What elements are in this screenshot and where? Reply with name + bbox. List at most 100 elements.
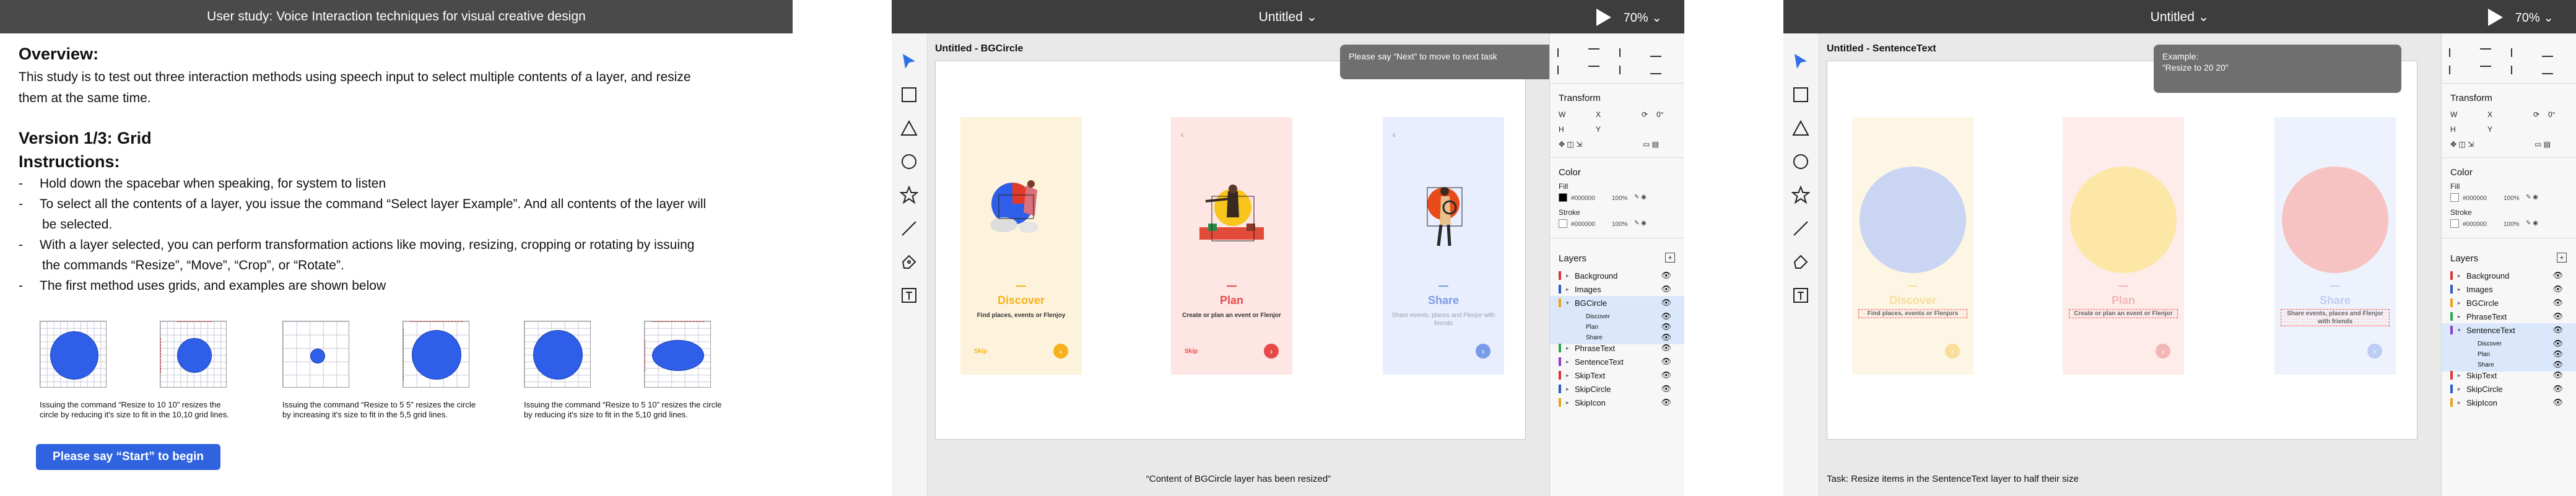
add-layer-button[interactable]: +	[1665, 253, 1675, 263]
layer-item[interactable]: ▸ SkipText 👁	[2442, 368, 2576, 382]
stroke-swatch[interactable]	[2450, 219, 2459, 228]
visibility-eye-icon[interactable]: 👁	[1661, 357, 1671, 367]
distribute-icon[interactable]	[2542, 48, 2553, 57]
stroke-hex[interactable]: #000000	[1571, 221, 1595, 228]
align-bottom-icon[interactable]	[2511, 48, 2522, 57]
line-tool-icon[interactable]	[899, 218, 920, 239]
visibility-eye-icon[interactable]: 👁	[2552, 271, 2563, 281]
onboarding-card-share[interactable]: Share Share events, places and Flenjor w…	[2274, 117, 2396, 375]
align-top-icon[interactable]	[2449, 48, 2460, 57]
fill-hex[interactable]: #000000	[1571, 195, 1595, 202]
zoom-dropdown[interactable]: 70% ⌄	[1624, 10, 1662, 25]
expand-caret-icon[interactable]: ▸	[2458, 372, 2461, 379]
back-arrow-icon[interactable]: ‹	[1181, 129, 1184, 139]
layer-item[interactable]: ▸ SkipCircle 👁	[1550, 382, 1684, 396]
rotate-icon[interactable]: ⟳	[2533, 110, 2539, 119]
text-tool-icon[interactable]	[899, 285, 920, 306]
onboarding-card-discover[interactable]: Discover Find places, events or Flenjoy …	[960, 117, 1082, 375]
layer-item[interactable]: ▸ BGCircle 👁	[2442, 296, 2576, 310]
expand-caret-icon[interactable]: ▸	[1566, 272, 1569, 279]
visibility-eye-icon[interactable]: 👁	[2552, 311, 2563, 321]
layer-item[interactable]: ▸ SentenceText 👁	[1550, 355, 1684, 368]
visibility-eye-icon[interactable]: 👁	[1661, 398, 1671, 407]
visibility-eye-icon[interactable]: 👁	[1661, 298, 1671, 308]
align-left-icon[interactable]	[1557, 66, 1569, 74]
distribute-icon[interactable]	[1650, 48, 1661, 57]
constraint-icon[interactable]: ▭ ▤	[2535, 140, 2551, 149]
star-tool-icon[interactable]	[899, 185, 920, 206]
align-vcenter-icon[interactable]	[1588, 48, 1599, 57]
layer-item[interactable]: ▾ SentenceText 👁	[2442, 323, 2576, 337]
expand-caret-icon[interactable]: ▸	[2458, 272, 2461, 279]
layer-item[interactable]: ▸ Images 👁	[1550, 282, 1684, 296]
onboarding-card-discover[interactable]: Discover Find places, events or Flenjors…	[1852, 117, 1973, 375]
artboard[interactable]: Discover Find places, events or Flenjoy …	[935, 61, 1526, 440]
triangle-tool-icon[interactable]	[899, 118, 920, 139]
align-bottom-icon[interactable]	[1619, 48, 1630, 57]
layer-item[interactable]: ▾ BGCircle 👁	[1550, 296, 1684, 310]
next-arrow-icon[interactable]: ›	[1945, 344, 1960, 359]
text-tool-icon[interactable]	[1790, 285, 1811, 306]
eyedropper-icon[interactable]: ✎ ◉	[1634, 194, 1647, 201]
rotation-value[interactable]: 0°	[1656, 110, 1663, 119]
skip-link[interactable]: Skip	[974, 348, 987, 355]
stroke-swatch[interactable]	[1559, 219, 1567, 228]
sentence-text-selected[interactable]: Share events, places and Flenjor with fr…	[2281, 309, 2390, 326]
visibility-eye-icon[interactable]: 👁	[1661, 284, 1671, 294]
visibility-eye-icon[interactable]: 👁	[1661, 384, 1671, 394]
skip-link[interactable]: Skip	[1185, 348, 1198, 355]
layer-item[interactable]: ▸ Images 👁	[2442, 282, 2576, 296]
document-title[interactable]: Untitled ⌄	[892, 9, 1684, 25]
onboarding-card-plan[interactable]: ‹ Plan Create or plan an event or Flenjo…	[1171, 117, 1292, 375]
select-tool-icon[interactable]	[899, 51, 920, 72]
next-arrow-icon[interactable]: ›	[1053, 344, 1068, 359]
start-button[interactable]: Please say “Start” to begin	[36, 444, 220, 470]
layer-item[interactable]: ▸ SkipIcon 👁	[2442, 396, 2576, 409]
expand-caret-icon[interactable]: ▸	[1566, 286, 1569, 293]
rotate-icon[interactable]: ⟳	[1642, 110, 1648, 119]
onboarding-card-plan[interactable]: Plan Create or plan an event or Flenjor …	[2063, 117, 2184, 375]
zoom-dropdown[interactable]: 70% ⌄	[2515, 10, 2554, 25]
sentence-text-selected[interactable]: Create or plan an event or Flenjor	[2069, 309, 2178, 318]
next-arrow-icon[interactable]: ›	[1264, 344, 1279, 359]
play-icon[interactable]	[1596, 9, 1611, 26]
eyedropper-icon[interactable]: ✎ ◉	[1634, 220, 1647, 227]
stroke-opacity[interactable]: 100%	[1612, 221, 1628, 228]
ellipse-tool-icon[interactable]	[899, 151, 920, 172]
visibility-eye-icon[interactable]: 👁	[2552, 398, 2563, 407]
expand-caret-icon[interactable]: ▸	[2458, 300, 2461, 307]
next-arrow-icon[interactable]: ›	[2156, 344, 2170, 359]
fill-opacity[interactable]: 100%	[1612, 195, 1628, 202]
visibility-eye-icon[interactable]: 👁	[1661, 370, 1671, 380]
next-arrow-icon[interactable]: ›	[1476, 344, 1490, 359]
fill-swatch[interactable]	[2450, 193, 2459, 202]
align-left-icon[interactable]	[2449, 66, 2460, 74]
stroke-hex[interactable]: #000000	[2463, 221, 2487, 228]
document-title[interactable]: Untitled ⌄	[1783, 9, 2576, 25]
expand-caret-icon[interactable]: ▸	[1566, 399, 1569, 406]
select-tool-icon[interactable]	[1790, 51, 1811, 72]
align-right-icon[interactable]	[2511, 66, 2522, 74]
align-right-icon[interactable]	[1619, 66, 1630, 74]
artboard[interactable]: Discover Find places, events or Flenjors…	[1827, 61, 2417, 440]
flip-icon[interactable]: ✥ ◫ ⇲	[2450, 140, 2474, 149]
star-tool-icon[interactable]	[1790, 185, 1811, 206]
layer-item[interactable]: ▸ SkipText 👁	[1550, 368, 1684, 382]
add-layer-button[interactable]: +	[2557, 253, 2567, 263]
pen-tool-icon[interactable]	[1790, 251, 1811, 272]
distribute-h-icon[interactable]	[2542, 66, 2553, 74]
layer-item[interactable]: ▸ SkipCircle 👁	[2442, 382, 2576, 396]
align-hcenter-icon[interactable]	[1588, 66, 1599, 74]
sentence-text-selected[interactable]: Find places, events or Flenjors	[1858, 309, 1967, 318]
expand-caret-icon[interactable]: ▸	[2458, 399, 2461, 406]
expand-caret-icon[interactable]: ▸	[1566, 386, 1569, 393]
pen-tool-icon[interactable]	[899, 251, 920, 272]
triangle-tool-icon[interactable]	[1790, 118, 1811, 139]
layer-item[interactable]: ▸ SkipIcon 👁	[1550, 396, 1684, 409]
visibility-eye-icon[interactable]: 👁	[1661, 271, 1671, 281]
expand-caret-icon[interactable]: ▸	[1566, 372, 1569, 379]
visibility-eye-icon[interactable]: 👁	[2552, 384, 2563, 394]
back-arrow-icon[interactable]: ‹	[1393, 129, 1396, 139]
rectangle-tool-icon[interactable]	[899, 84, 920, 105]
layer-item[interactable]: ▸ PhraseText 👁	[2442, 310, 2576, 323]
